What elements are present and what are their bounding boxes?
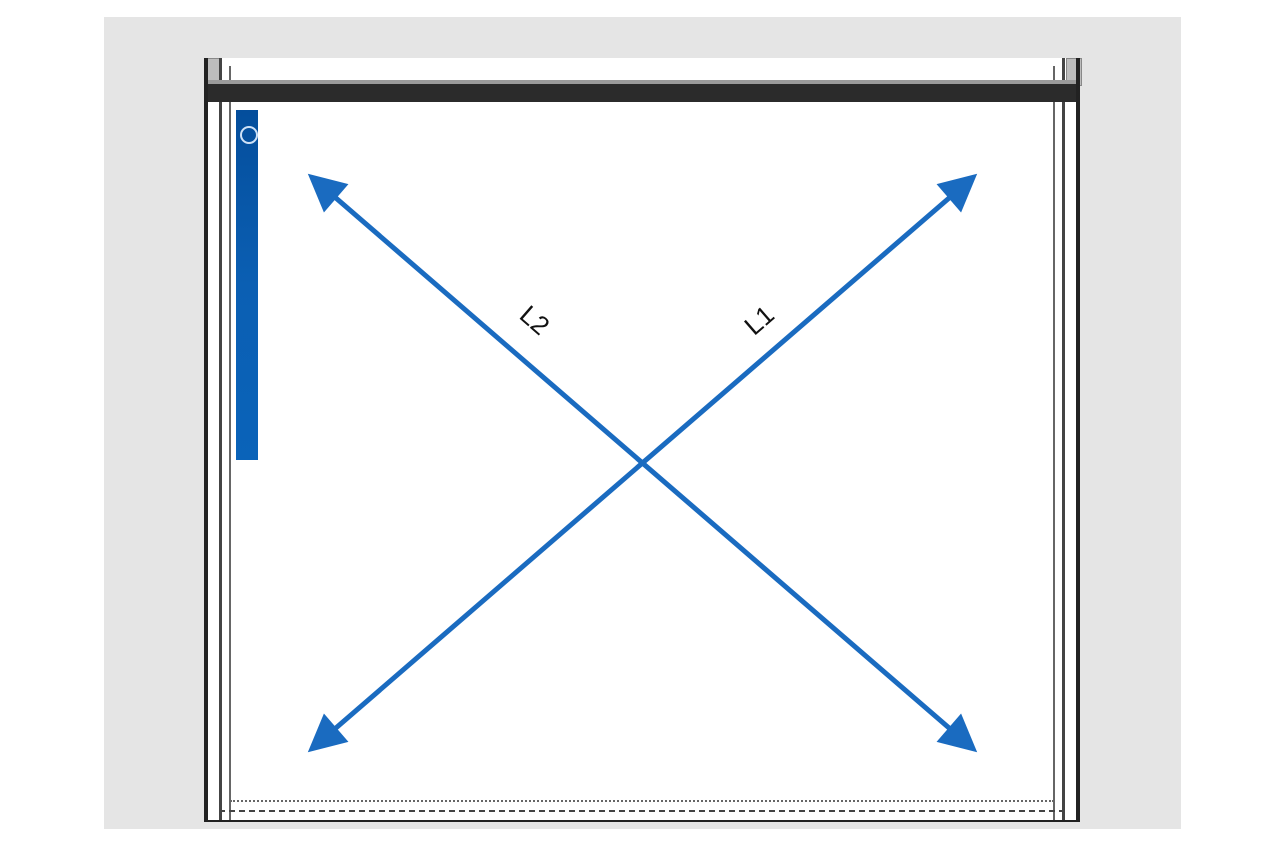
diagram-canvas: L1 L2 <box>0 0 1285 853</box>
measurement-overlay <box>0 0 1285 853</box>
